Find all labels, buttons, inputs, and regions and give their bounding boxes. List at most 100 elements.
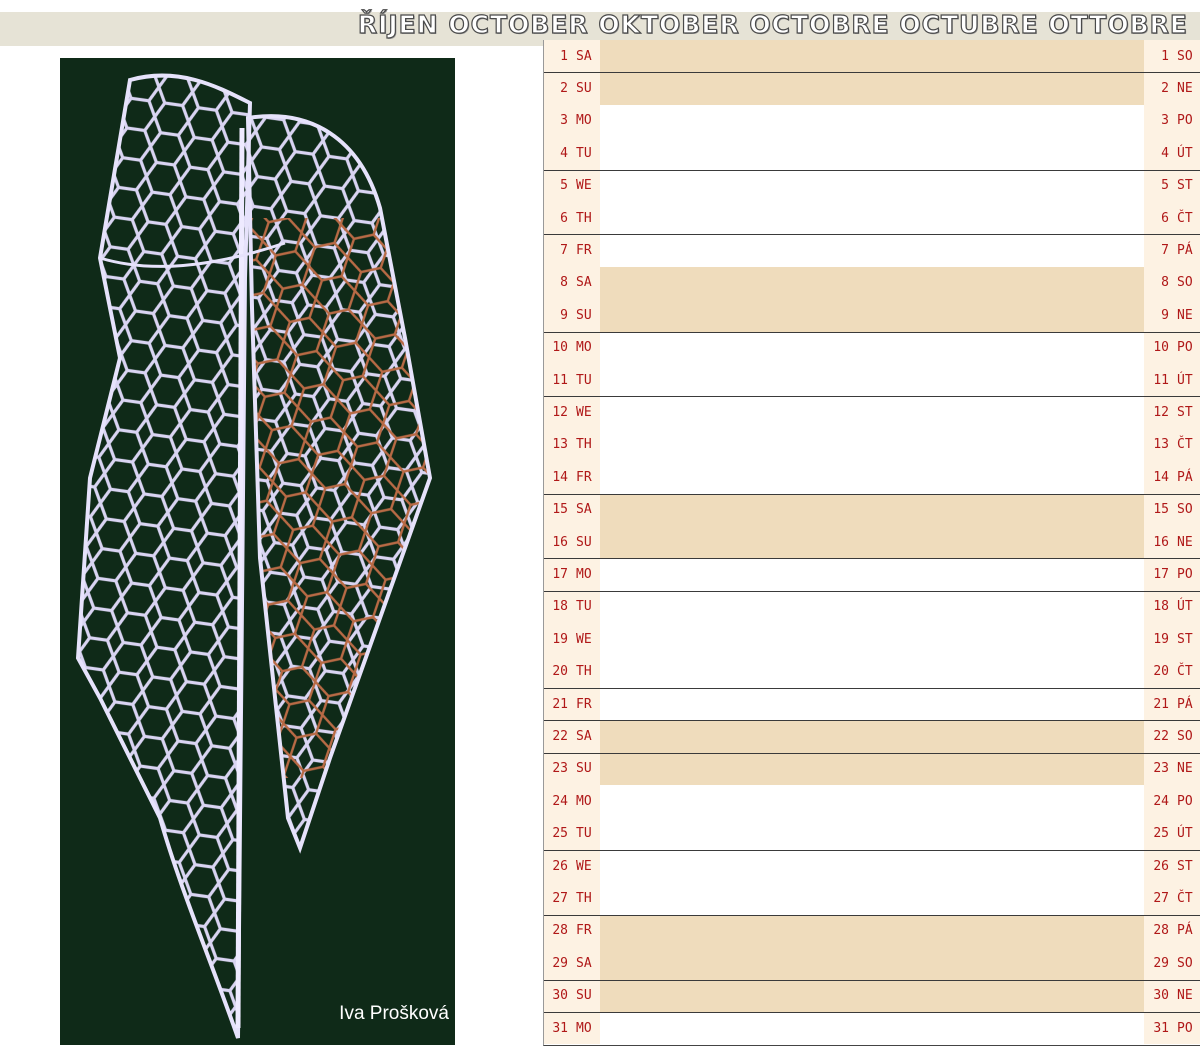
day-label-cz: 15 SO [1144,493,1200,526]
day-label-en: 30 SU [544,979,600,1012]
day-number: 16 [552,534,568,550]
weekday-cz: NE [1177,534,1193,550]
weekday-cz: ÚT [1177,372,1193,388]
day-label-en: 15 SA [544,493,600,526]
day-label-cz: 18 ÚT [1144,590,1200,624]
day-number: 15 [1153,502,1169,518]
weekday-cz: ÚT [1177,826,1193,842]
day-row: 13 TH 13 ČT [544,428,1200,462]
day-number: 7 [1161,243,1169,259]
day-label-cz: 6 ČT [1144,202,1200,235]
day-label-en: 2 SU [544,72,600,105]
week-divider [544,590,1200,592]
day-number: 1 [1161,48,1169,64]
weekday-cz: PO [1177,113,1193,129]
weekday-en: FR [576,923,592,939]
weekday-cz: NE [1177,988,1193,1004]
weekday-en: WE [576,178,592,194]
weekday-en: SA [576,275,592,291]
day-label-en: 12 WE [544,396,600,429]
day-label-cz: 24 PO [1144,785,1200,818]
day-number: 24 [1153,793,1169,809]
day-label-en: 4 TU [544,137,600,170]
day-label-en: 13 TH [544,428,600,462]
day-label-cz: 29 SO [1144,947,1200,980]
day-row: 15 SA 15 SO [544,493,1200,526]
day-label-cz: 16 NE [1144,526,1200,559]
day-label-cz: 12 ST [1144,396,1200,429]
day-label-en: 6 TH [544,202,600,235]
weekday-cz: PÁ [1177,469,1193,485]
day-row: 24 MO 24 PO [544,785,1200,818]
day-row: 31 MO 31 PO [544,1012,1200,1045]
month-title: ŘÍJEN OCTOBER OKTOBER OCTOBRE OCTUBRE OT… [357,9,1188,39]
weekday-cz: ČT [1177,210,1193,226]
day-label-cz: 25 ÚT [1144,817,1200,850]
day-number: 4 [560,145,568,161]
weekday-en: FR [576,469,592,485]
weekday-en: MO [576,793,592,809]
weekday-en: WE [576,405,592,421]
day-label-en: 3 MO [544,104,600,138]
weekday-en: MO [576,340,592,356]
day-row: 17 MO 17 PO [544,558,1200,591]
weekday-en: TU [576,599,592,615]
weekday-en: TH [576,437,592,453]
week-divider [544,72,1200,74]
day-row: 14 FR 14 PÁ [544,461,1200,494]
day-number: 28 [1153,923,1169,939]
day-number: 9 [560,307,568,323]
weekday-en: SU [576,988,592,1004]
day-row: 30 SU 30 NE [544,979,1200,1012]
day-label-en: 1 SA [544,40,600,73]
weekday-cz: ÚT [1177,599,1193,615]
day-number: 3 [1161,113,1169,129]
day-label-en: 29 SA [544,947,600,980]
weekday-cz: PO [1177,340,1193,356]
day-row: 9 SU 9 NE [544,299,1200,332]
weekday-cz: ÚT [1177,145,1193,161]
day-number: 22 [552,729,568,745]
day-label-en: 22 SA [544,720,600,753]
day-number: 18 [1153,599,1169,615]
day-row: 27 TH 27 ČT [544,882,1200,915]
weekday-en: TU [576,372,592,388]
day-number: 4 [1161,145,1169,161]
day-label-cz: 7 PÁ [1144,234,1200,267]
day-number: 18 [552,599,568,615]
day-number: 25 [1153,826,1169,842]
day-label-en: 26 WE [544,850,600,883]
day-label-cz: 22 SO [1144,720,1200,753]
day-number: 23 [552,761,568,777]
day-label-cz: 5 ST [1144,169,1200,202]
day-label-cz: 23 NE [1144,752,1200,786]
day-label-en: 25 TU [544,817,600,850]
day-label-cz: 19 ST [1144,623,1200,656]
day-number: 20 [1153,664,1169,680]
day-number: 27 [552,891,568,907]
weekday-en: SU [576,761,592,777]
day-label-cz: 10 PO [1144,331,1200,364]
week-divider [544,169,1200,171]
weekday-cz: PO [1177,567,1193,583]
day-label-cz: 2 NE [1144,72,1200,105]
weekday-cz: ČT [1177,664,1193,680]
day-number: 27 [1153,891,1169,907]
day-label-en: 17 MO [544,558,600,591]
weekday-cz: PÁ [1177,696,1193,712]
day-number: 30 [1153,988,1169,1004]
day-number: 13 [552,437,568,453]
weekday-en: WE [576,858,592,874]
day-row: 4 TU 4 ÚT [544,137,1200,170]
day-number: 2 [1161,81,1169,97]
day-number: 17 [1153,567,1169,583]
day-number: 10 [552,340,568,356]
weekday-en: SU [576,307,592,323]
day-label-en: 18 TU [544,590,600,624]
week-divider [544,688,1200,689]
week-divider [544,331,1200,333]
weekday-en: TH [576,664,592,680]
day-label-cz: 21 PÁ [1144,688,1200,721]
day-label-en: 9 SU [544,299,600,332]
weekday-cz: ČT [1177,891,1193,907]
